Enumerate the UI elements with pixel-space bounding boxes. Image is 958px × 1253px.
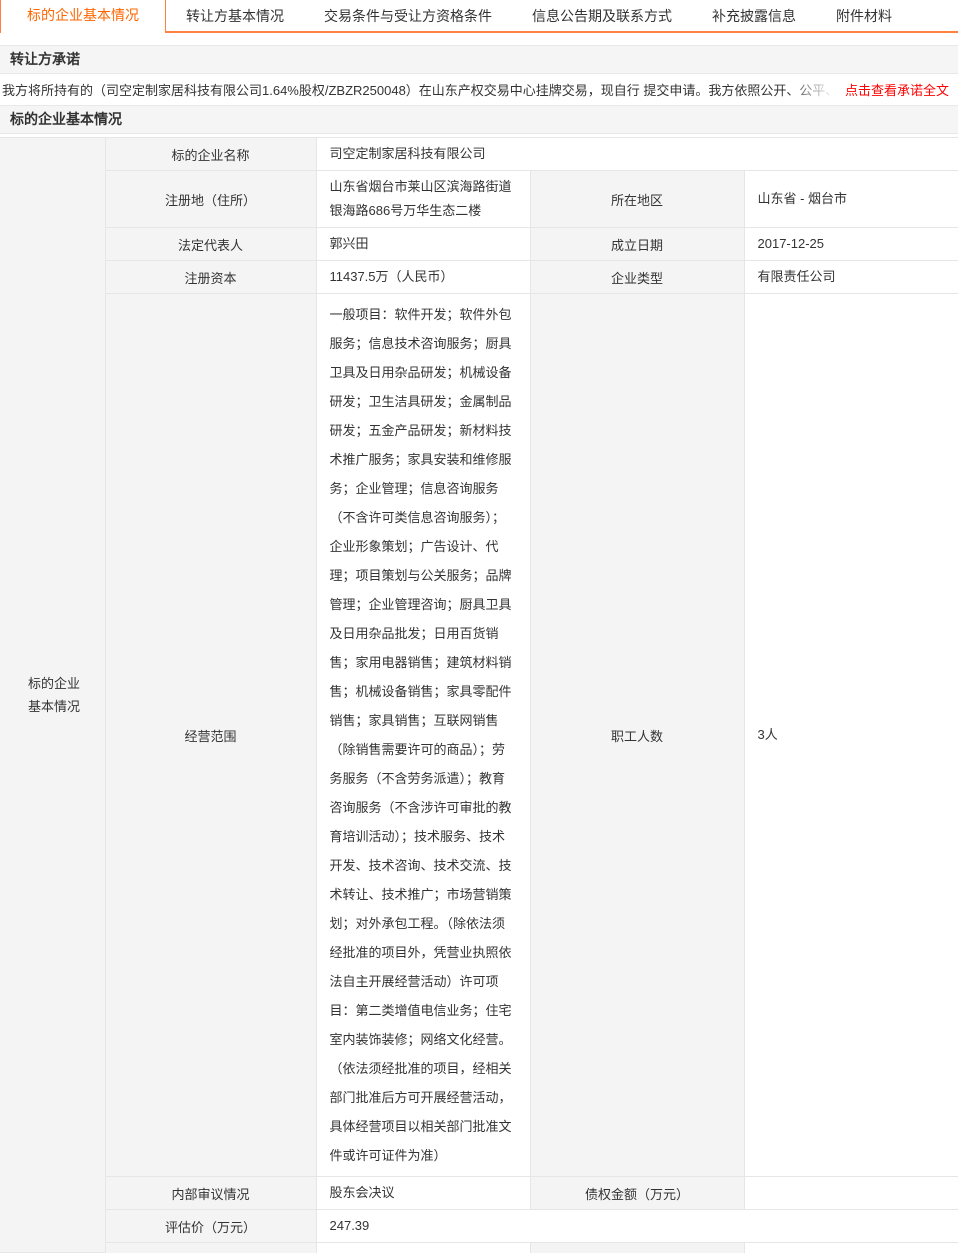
value-region: 山东省 - 烟台市 xyxy=(744,171,958,228)
value-legal-representative: 郭兴田 xyxy=(316,228,530,261)
partial-label-cell xyxy=(530,1243,744,1253)
promise-notice-row: 我方将所持有的（司空定制家居科技有限公司1.64%股权/ZBZR250048）在… xyxy=(0,74,958,105)
promise-section-header: 转让方承诺 xyxy=(0,45,958,74)
table-row-partial xyxy=(0,1243,958,1253)
table-row: 注册资本 11437.5万（人民币） 企业类型 有限责任公司 xyxy=(0,261,958,294)
tab-target-company-basic-info[interactable]: 标的企业基本情况 xyxy=(0,0,166,33)
label-company-type: 企业类型 xyxy=(530,261,744,294)
promise-section-title: 转让方承诺 xyxy=(10,51,80,67)
value-company-name: 司空定制家居科技有限公司 xyxy=(316,138,958,171)
tab-bar: 标的企业基本情况 转让方基本情况 交易条件与受让方资格条件 信息公告期及联系方式… xyxy=(0,0,958,33)
label-region: 所在地区 xyxy=(530,171,744,228)
value-registered-address: 山东省烟台市莱山区滨海路街道银海路686号万华生态二楼 xyxy=(316,171,530,228)
label-establish-date: 成立日期 xyxy=(530,228,744,261)
value-internal-review: 股东会决议 xyxy=(316,1177,530,1210)
partial-value-cell xyxy=(744,1243,958,1253)
label-internal-review: 内部审议情况 xyxy=(105,1177,316,1210)
label-debt-amount: 债权金额（万元） xyxy=(530,1177,744,1210)
label-appraised-value: 评估价（万元） xyxy=(105,1210,316,1243)
basic-info-section-header: 标的企业基本情况 xyxy=(0,105,958,134)
tab-transaction-conditions[interactable]: 交易条件与受让方资格条件 xyxy=(304,1,512,31)
table-row: 注册地（住所） 山东省烟台市莱山区滨海路街道银海路686号万华生态二楼 所在地区… xyxy=(0,171,958,228)
table-row: 经营范围 一般项目：软件开发；软件外包服务；信息技术咨询服务；厨具卫具及日用杂品… xyxy=(0,294,958,1177)
group-label-line2: 基本情况 xyxy=(28,695,104,718)
label-registered-capital: 注册资本 xyxy=(105,261,316,294)
value-employee-count: 3人 xyxy=(744,294,958,1177)
table-row: 内部审议情况 股东会决议 债权金额（万元） xyxy=(0,1177,958,1210)
label-business-scope: 经营范围 xyxy=(105,294,316,1177)
basic-info-section-title: 标的企业基本情况 xyxy=(10,111,122,127)
view-full-promise-link[interactable]: 点击查看承诺全文 xyxy=(845,80,949,99)
value-registered-capital: 11437.5万（人民币） xyxy=(316,261,530,294)
value-debt-amount xyxy=(744,1177,958,1210)
table-row: 评估价（万元） 247.39 xyxy=(0,1210,958,1243)
value-company-type: 有限责任公司 xyxy=(744,261,958,294)
value-establish-date: 2017-12-25 xyxy=(744,228,958,261)
label-legal-representative: 法定代表人 xyxy=(105,228,316,261)
partial-value-cell xyxy=(316,1243,530,1253)
value-business-scope: 一般项目：软件开发；软件外包服务；信息技术咨询服务；厨具卫具及日用杂品研发；机械… xyxy=(316,294,530,1177)
partial-label-cell xyxy=(105,1243,316,1253)
label-company-name: 标的企业名称 xyxy=(105,138,316,171)
company-info-table: 标的企业 基本情况 标的企业名称 司空定制家居科技有限公司 注册地（住所） 山东… xyxy=(0,137,958,1253)
group-label-line1: 标的企业 xyxy=(28,672,104,695)
tab-transferor-basic-info[interactable]: 转让方基本情况 xyxy=(166,1,304,31)
label-employee-count: 职工人数 xyxy=(530,294,744,1177)
value-appraised-value: 247.39 xyxy=(316,1210,958,1243)
label-registered-address: 注册地（住所） xyxy=(105,171,316,228)
table-row: 标的企业 基本情况 标的企业名称 司空定制家居科技有限公司 xyxy=(0,138,958,171)
table-row: 法定代表人 郭兴田 成立日期 2017-12-25 xyxy=(0,228,958,261)
promise-notice-text: 我方将所持有的（司空定制家居科技有限公司1.64%股权/ZBZR250048）在… xyxy=(0,80,835,99)
group-label-cell: 标的企业 基本情况 xyxy=(0,138,105,1253)
tab-supplementary-disclosure[interactable]: 补充披露信息 xyxy=(692,1,816,31)
tab-announcement-contact[interactable]: 信息公告期及联系方式 xyxy=(512,1,692,31)
tab-attachments[interactable]: 附件材料 xyxy=(816,1,912,31)
